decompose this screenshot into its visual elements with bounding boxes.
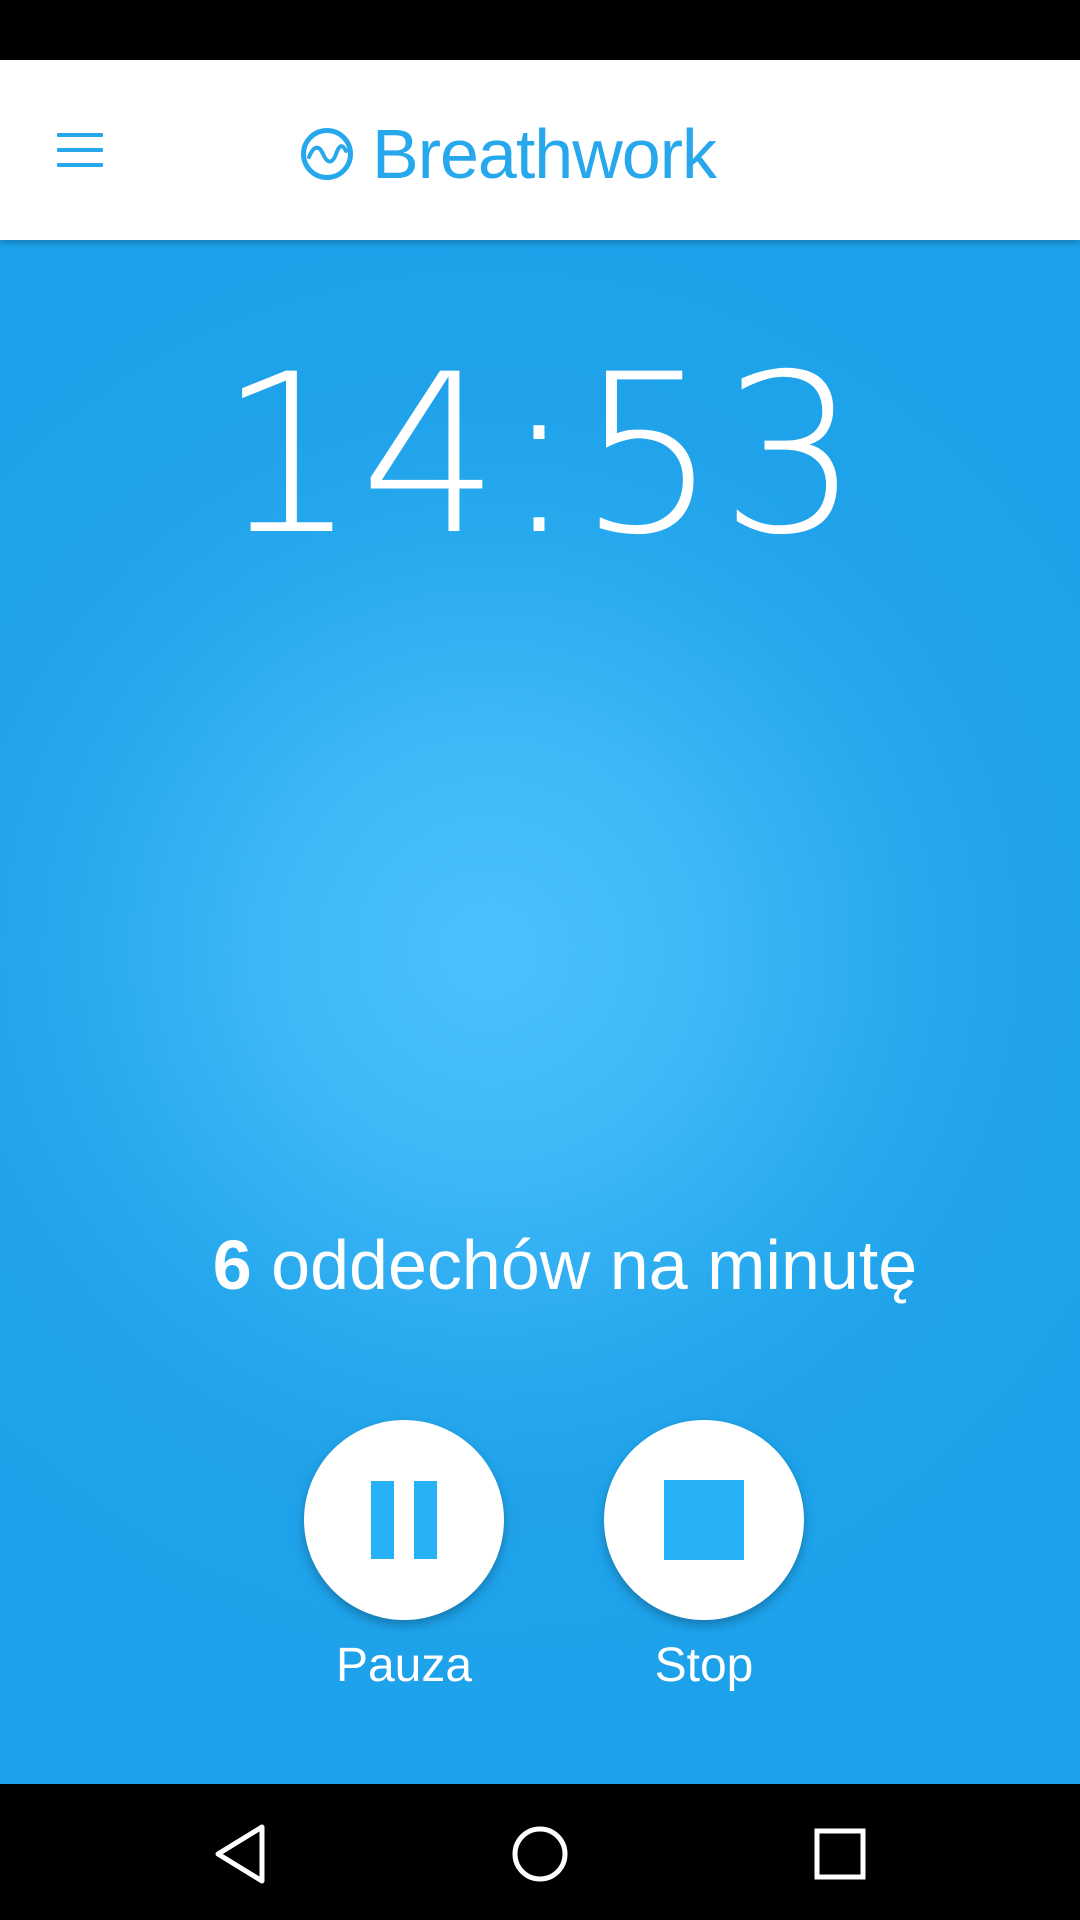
pause-icon [371,1481,437,1559]
stop-label: Stop [654,1639,754,1692]
app-brand: Breathwork [300,115,717,193]
pause-button[interactable] [304,1420,504,1620]
pause-control: Pauza [304,1420,504,1694]
breathing-rate: 6 oddechów na minutę [0,1225,1080,1305]
back-triangle-icon [215,1824,265,1884]
menu-button[interactable] [40,105,120,195]
stop-icon [664,1480,744,1560]
breaths-per-minute-value: 6 [212,1226,252,1304]
stop-button[interactable] [604,1420,804,1620]
recents-square-icon [814,1828,866,1880]
recents-button[interactable] [790,1804,890,1904]
hamburger-menu-icon [57,133,103,167]
pause-label: Pauza [335,1639,473,1692]
app-title: Breathwork [372,115,717,193]
back-button[interactable] [190,1804,290,1904]
app-screen: Breathwork 14:53 6 oddechów na minutę Pa… [0,0,1080,1920]
app-bar: Breathwork [0,60,1080,240]
stop-control: Stop [604,1420,804,1694]
status-bar [0,0,1080,60]
session-timer: 14:53 [217,327,862,583]
breaths-per-minute-label: oddechów na minutę [251,1226,918,1304]
breathing-session: 14:53 6 oddechów na minutę Pauza Stop [0,240,1080,1784]
system-nav-bar [0,1784,1080,1920]
home-circle-icon [512,1826,568,1882]
wave-circle-logo-icon [301,128,353,180]
home-button[interactable] [490,1804,590,1904]
